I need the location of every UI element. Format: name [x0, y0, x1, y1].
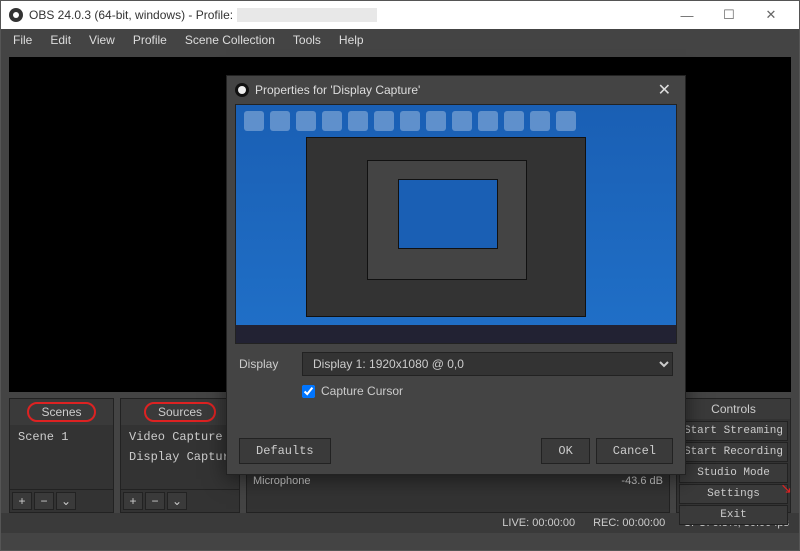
titlebar: OBS 24.0.3 (64-bit, windows) - Profile: …: [1, 1, 799, 29]
scenes-panel: Scenes Scene 1 + − ⌄: [9, 398, 114, 513]
scene-remove-button[interactable]: −: [34, 492, 54, 510]
source-menu-button[interactable]: ⌄: [167, 492, 187, 510]
ok-button[interactable]: OK: [541, 438, 589, 464]
source-item[interactable]: Video Capture: [123, 427, 237, 447]
close-button[interactable]: ✕: [751, 4, 791, 26]
maximize-button[interactable]: ☐: [709, 4, 749, 26]
menu-edit[interactable]: Edit: [42, 31, 79, 49]
source-remove-button[interactable]: −: [145, 492, 165, 510]
menu-scene-collection[interactable]: Scene Collection: [177, 31, 283, 49]
minimize-button[interactable]: —: [667, 4, 707, 26]
dialog-preview: [235, 104, 677, 344]
sources-title: Sources: [121, 399, 239, 425]
scene-menu-button[interactable]: ⌄: [56, 492, 76, 510]
taskbar-preview: [236, 325, 676, 343]
obs-logo-icon: [235, 83, 249, 97]
source-item[interactable]: Display Captur: [123, 447, 237, 467]
source-add-button[interactable]: +: [123, 492, 143, 510]
dialog-close-button[interactable]: ✕: [652, 80, 677, 100]
menu-help[interactable]: Help: [331, 31, 372, 49]
display-select[interactable]: Display 1: 1920x1080 @ 0,0: [302, 352, 673, 376]
window-title: OBS 24.0.3 (64-bit, windows) - Profile:: [29, 8, 233, 22]
dialog-form: Display Display 1: 1920x1080 @ 0,0 Captu…: [227, 344, 685, 406]
sources-panel: Sources Video Capture Display Captur + −…: [120, 398, 240, 513]
status-rec: REC: 00:00:00: [593, 517, 665, 529]
menu-file[interactable]: File: [5, 31, 40, 49]
properties-dialog: Properties for 'Display Capture' ✕ Displ…: [226, 75, 686, 475]
controls-title: Controls: [677, 399, 790, 419]
obs-logo-icon: [9, 8, 23, 22]
scene-item[interactable]: Scene 1: [12, 427, 111, 447]
annotation-arrow-icon: ↘: [780, 480, 792, 497]
menu-view[interactable]: View: [81, 31, 123, 49]
menu-tools[interactable]: Tools: [285, 31, 329, 49]
dialog-title-text: Properties for 'Display Capture': [255, 83, 420, 97]
start-streaming-button[interactable]: Start Streaming: [679, 421, 788, 441]
cancel-button[interactable]: Cancel: [596, 438, 673, 464]
obs-main-window: OBS 24.0.3 (64-bit, windows) - Profile: …: [0, 0, 800, 551]
start-recording-button[interactable]: Start Recording: [679, 442, 788, 462]
nested-obs-preview: [306, 137, 586, 317]
capture-cursor-checkbox[interactable]: [302, 385, 315, 398]
scenes-title: Scenes: [10, 399, 113, 425]
exit-button[interactable]: Exit: [679, 505, 788, 525]
window-controls: — ☐ ✕: [667, 4, 791, 26]
defaults-button[interactable]: Defaults: [239, 438, 331, 464]
capture-cursor-label: Capture Cursor: [321, 384, 403, 398]
menu-profile[interactable]: Profile: [125, 31, 175, 49]
settings-button[interactable]: Settings: [679, 484, 788, 504]
status-live: LIVE: 00:00:00: [502, 517, 575, 529]
display-label: Display: [239, 357, 294, 371]
menubar: File Edit View Profile Scene Collection …: [1, 29, 799, 51]
controls-panel: Controls Start Streaming Start Recording…: [676, 398, 791, 513]
redacted-profile-name: [237, 8, 377, 22]
studio-mode-button[interactable]: Studio Mode: [679, 463, 788, 483]
scene-add-button[interactable]: +: [12, 492, 32, 510]
dialog-titlebar: Properties for 'Display Capture' ✕: [227, 76, 685, 104]
